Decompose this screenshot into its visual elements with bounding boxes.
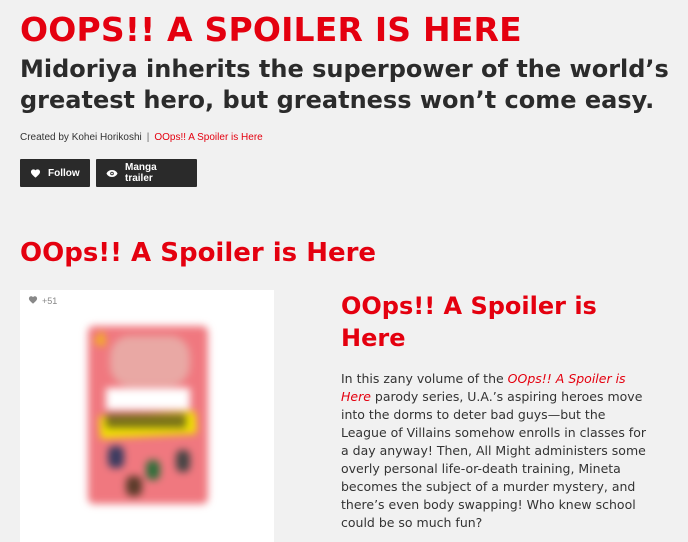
cover-figure (176, 450, 190, 472)
cover-image[interactable]: 4 (88, 326, 208, 504)
page-title: OOPS!! A SPOILER IS HERE (20, 10, 522, 49)
cover-logo-top (106, 388, 190, 410)
volume-title: OOps!! A Spoiler is Here (341, 292, 597, 352)
cover-characters (110, 336, 190, 386)
series-link[interactable]: OOps!! A Spoiler is Here (154, 132, 262, 143)
cover-figure (146, 460, 160, 480)
description-text: In this zany volume of the (341, 371, 508, 386)
creator-credit: Created by Kohei Horikoshi (20, 132, 142, 143)
likes-counter[interactable]: +51 (28, 295, 57, 306)
cover-card[interactable]: +51 4 (20, 290, 274, 542)
manga-trailer-button[interactable]: Manga trailer (96, 159, 197, 187)
cover-logo-text (106, 414, 186, 428)
section-title: OOps!! A Spoiler is Here (20, 238, 377, 268)
volume-description: In this zany volume of the OOps!! A Spoi… (341, 370, 653, 532)
page-subtitle: Midoriya inherits the superpower of the … (20, 55, 669, 114)
eye-icon (106, 169, 118, 178)
cover-figure (108, 446, 124, 468)
heart-icon (28, 295, 38, 306)
follow-label: Follow (48, 167, 80, 179)
heart-icon (30, 168, 41, 178)
follow-button[interactable]: Follow (20, 159, 90, 187)
likes-count: +51 (42, 295, 58, 306)
description-text: parody series, U.A.’s aspiring heroes mo… (341, 389, 646, 530)
credits-line: Created by Kohei Horikoshi | OOps!! A Spoi… (20, 132, 263, 143)
credit-separator: | (146, 132, 150, 143)
cover-volume-number: 4 (94, 330, 107, 351)
trailer-label: Manga trailer (125, 162, 157, 184)
cover-figure (126, 476, 142, 496)
